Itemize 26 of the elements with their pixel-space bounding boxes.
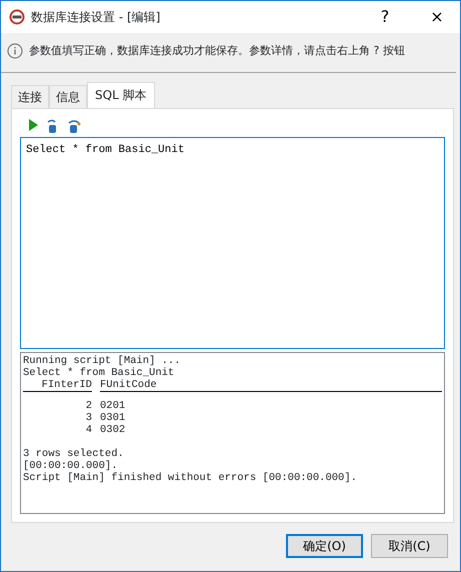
column-header: FInterID — [40, 378, 92, 390]
table-cell: 2 — [86, 400, 92, 412]
tab[interactable]: 连接 — [11, 84, 49, 108]
output-line: Running script [Main] ... — [23, 354, 182, 366]
output-line: Select * from Basic_Unit — [23, 366, 176, 378]
window-title: 数据库连接设置 - [编辑] — [31, 9, 162, 26]
output-line: 3 rows selected. — [23, 448, 125, 460]
output-line: [00:00:00.000]. — [23, 460, 119, 472]
app-logo-icon — [9, 9, 25, 25]
info-icon — [7, 43, 23, 60]
table-cell: 3 — [86, 412, 92, 424]
ok-button[interactable]: 确定(O) — [286, 534, 363, 558]
output-line: Script [Main] finished without errors [00:00:00.000]. — [23, 472, 358, 484]
tab[interactable]: SQL 脚本 — [87, 82, 155, 108]
close-button[interactable]: × — [414, 1, 460, 33]
table-cell: 0201 — [100, 400, 126, 412]
sql-editor[interactable]: Select * from Basic_Unit — [20, 136, 445, 348]
table-cell: 0301 — [100, 412, 126, 424]
column-header: FUnitCode — [100, 378, 158, 390]
tab[interactable]: 信息 — [49, 84, 87, 108]
info-message: 参数值填写正确，数据库连接成功才能保存。参数详情，请点击右上角 ? 按钮 — [29, 43, 405, 59]
table-cell: 0302 — [100, 424, 126, 436]
run-icon[interactable] — [28, 118, 38, 130]
table-cell: 4 — [86, 424, 92, 436]
help-button[interactable]: ? — [362, 1, 408, 33]
cancel-button[interactable]: 取消(C) — [371, 534, 448, 558]
